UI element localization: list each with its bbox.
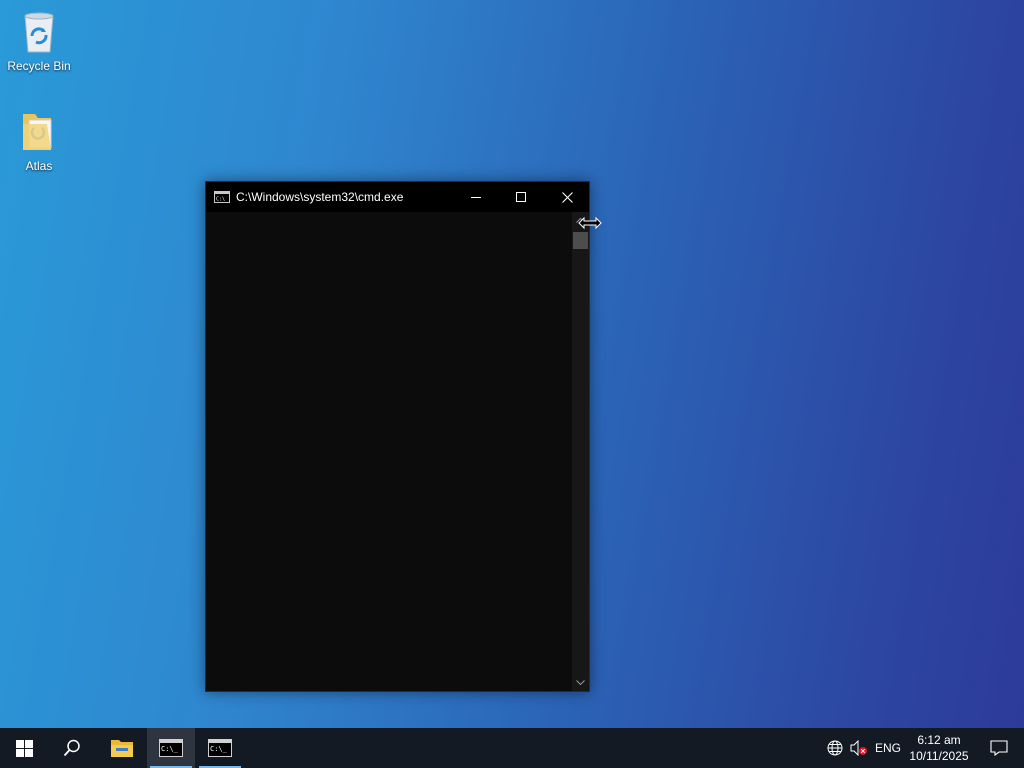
taskbar: C:\_ C:\_ ENG 6:12 am 10/11/2025 [0,728,1024,768]
resize-cursor-icon [578,216,602,230]
desktop-icon-atlas[interactable]: Atlas [1,108,77,173]
cmd-icon: C:\ [214,191,230,203]
window-titlebar[interactable]: C:\ C:\Windows\system32\cmd.exe [206,182,589,212]
minimize-button[interactable] [453,182,499,212]
window-title: C:\Windows\system32\cmd.exe [236,190,404,204]
close-button[interactable] [544,182,590,212]
search-button[interactable] [48,728,96,768]
notification-icon [990,740,1008,756]
maximize-button[interactable] [498,182,544,212]
desktop-icon-label: Recycle Bin [7,59,71,73]
vertical-scrollbar[interactable] [572,212,589,691]
start-icon [15,739,33,757]
search-icon [63,739,80,757]
taskbar-cmd-active[interactable]: C:\_ [147,728,195,768]
taskbar-cmd[interactable]: C:\_ [196,728,244,768]
clock[interactable]: 6:12 am 10/11/2025 [904,728,974,768]
start-button[interactable] [0,728,48,768]
taskbar-file-explorer[interactable] [98,728,146,768]
clock-time: 6:12 am [917,733,961,747]
globe-icon [827,740,843,756]
desktop-icon-recycle-bin[interactable]: Recycle Bin [1,8,77,73]
desktop-icon-label: Atlas [25,159,53,173]
network-button[interactable] [824,728,846,768]
clock-date: 10/11/2025 [909,749,969,763]
chevron-down-icon [576,680,585,685]
scrollbar-thumb[interactable] [573,232,588,249]
svg-text:C:\: C:\ [216,197,225,203]
input-language[interactable]: ENG [874,728,902,768]
desktop: Recycle Bin Atlas C:\ C:\Windows\system3… [0,0,1024,728]
cmd-icon: C:\_ [159,739,183,757]
scroll-down-button[interactable] [572,674,589,691]
svg-text:C:\_: C:\_ [161,745,179,753]
file-explorer-icon [111,740,133,757]
maximize-icon [516,192,526,202]
cmd-window[interactable]: C:\ C:\Windows\system32\cmd.exe [205,181,590,692]
volume-button[interactable] [848,728,870,768]
folder-icon [23,114,52,150]
console-output[interactable] [206,212,572,691]
minimize-icon [471,197,481,198]
svg-text:C:\_: C:\_ [210,745,228,753]
recycle-bin-icon [24,12,54,53]
speaker-muted-icon [850,740,867,756]
close-icon [561,191,573,203]
cmd-icon: C:\_ [208,739,232,757]
system-tray: ENG 6:12 am 10/11/2025 [814,728,1024,768]
notifications-button[interactable] [978,728,1020,768]
